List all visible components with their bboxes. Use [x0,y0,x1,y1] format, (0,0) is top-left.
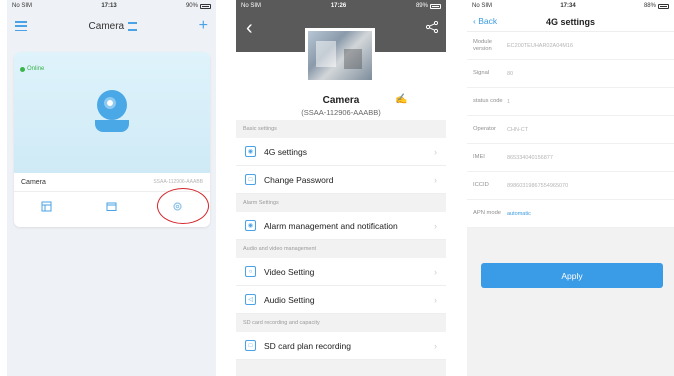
battery-percent: 89% [415,3,428,9]
clock: 17:34 [560,3,576,9]
section-header-alarm: Alarm Settings [236,194,446,212]
chevron-right-icon: › [434,174,437,185]
menu-item-sd-card-recording[interactable]: □ SD card plan recording › [236,332,446,360]
menu-item-alarm-management[interactable]: ◉ Alarm management and notification › [236,212,446,240]
4g-settings-screen: No SIM 17:34 88% ‹ Back 4G settings Modu… [467,0,674,376]
edit-icon[interactable]: ✍ [395,94,407,105]
nav-bar: Camera + [7,12,216,40]
camera-icon [95,90,129,134]
menu-item-4g-settings[interactable]: ◉ 4G settings › [236,138,446,166]
info-value: EC200TEUHAR02A04M16 [507,42,574,49]
page-title: 4G settings [545,17,595,27]
menu-item-label: 4G settings [264,146,307,157]
camera-name: Camera [21,178,46,186]
info-row-operator: Operator CHN-CT [467,116,674,144]
battery-percent: 88% [643,3,656,9]
info-row-imei: IMEI 865334040156877 [467,144,674,172]
audio-icon: ◁ [245,294,256,305]
chevron-right-icon: › [434,294,437,305]
camera-preview[interactable]: Online [14,52,210,173]
section-header-sd-card: SD card recording and capacity [236,314,446,332]
info-row-status-code: status code 1 [467,88,674,116]
camera-id: (SSAA-112906-AAABB) [301,108,381,117]
battery-percent: 90% [185,3,198,9]
section-header-audio-video: Audio and video management [236,240,446,258]
menu-item-audio-setting[interactable]: ◁ Audio Setting › [236,286,446,314]
battery-icon [657,3,669,9]
info-key: APN mode [473,210,502,216]
battery-group: 90% [186,3,211,9]
chevron-right-icon: › [434,146,437,157]
carrier-label: No SIM [12,3,33,9]
info-key: Signal [473,70,490,76]
lock-icon: □ [245,174,256,185]
battery-icon [199,3,211,9]
info-row-module-version: Module version EC200TEUHAR02A04M16 [467,32,674,60]
list-icon [128,21,138,31]
menu-item-change-password[interactable]: □ Change Password › [236,166,446,194]
info-row-apn-mode[interactable]: APN mode automatic [467,200,674,228]
apn-mode-value[interactable]: automatic [507,211,531,217]
info-value: CHN-CT [507,126,529,133]
sd-card-icon: □ [245,340,256,351]
status-bar: No SIM 17:13 90% [7,0,216,12]
battery-group: 89% [416,3,441,9]
stage: No SIM 17:13 90% Camera + Online Camera … [0,0,674,376]
online-dot [20,66,25,72]
camera-settings-screen: No SIM 17:26 89% ‹ Camera ✍ (SSAA-112906… [236,0,446,376]
signal-icon: ◉ [245,146,256,157]
alarm-icon: ◉ [245,220,256,231]
nav-title-group[interactable]: Camera [89,21,138,32]
apply-button[interactable]: Apply [481,263,663,288]
chevron-right-icon: › [434,220,437,231]
menu-item-label: Audio Setting [264,294,315,305]
carrier-label: No SIM [472,3,493,9]
info-row-signal: Signal 80 [467,60,674,88]
chevron-right-icon: › [434,266,437,277]
menu-icon[interactable] [15,21,27,31]
nav-title: Camera [88,20,125,32]
info-list: Module version EC200TEUHAR02A04M16 Signa… [467,32,674,228]
camera-list-screen: No SIM 17:13 90% Camera + Online Camera … [7,0,216,376]
menu-item-video-setting[interactable]: ○ Video Setting › [236,258,446,286]
battery-group: 88% [644,3,669,9]
menu-item-label: Change Password [264,174,334,185]
folder-icon[interactable] [106,201,118,213]
camera-snapshot [305,28,375,83]
menu-item-label: Video Setting [264,266,315,277]
info-value: 89860319867554965070 [507,182,569,189]
status-bar: No SIM 17:26 89% [236,0,446,12]
info-row-iccid: ICCID 89860319867554965070 [467,172,674,200]
info-value: 80 [507,70,514,77]
highlight-circle [157,188,209,224]
info-key: Operator [473,126,496,132]
section-header-basic: Basic settings [236,120,446,138]
plus-icon[interactable]: + [199,18,208,34]
menu-item-label: Alarm management and notification [264,220,398,231]
chevron-right-icon: › [434,340,437,351]
video-icon: ○ [245,266,256,277]
info-key: IMEI [473,154,485,160]
battery-icon [429,3,441,9]
share-icon[interactable] [425,20,439,36]
info-key: status code [473,98,503,104]
settings-header: No SIM 17:26 89% ‹ Camera ✍ (SSAA-112906… [236,0,446,120]
online-label: Online [27,66,45,72]
back-icon[interactable]: ‹ [246,18,253,38]
info-key: Module version [473,38,493,52]
clock: 17:26 [330,3,347,9]
info-value: 1 [507,98,511,105]
menu-item-label: SD card plan recording [264,340,351,351]
clock: 17:13 [101,3,117,9]
playback-icon[interactable] [41,201,53,213]
camera-id: SSAA-112906-AAABB [153,179,203,185]
info-value: 865334040156877 [507,154,553,161]
carrier-label: No SIM [241,3,262,9]
online-badge: Online [20,66,44,72]
nav-bar: ‹ Back 4G settings [467,12,674,32]
info-key: ICCID [473,182,489,188]
camera-name: Camera [322,95,360,106]
status-bar: No SIM 17:34 88% [467,0,674,12]
